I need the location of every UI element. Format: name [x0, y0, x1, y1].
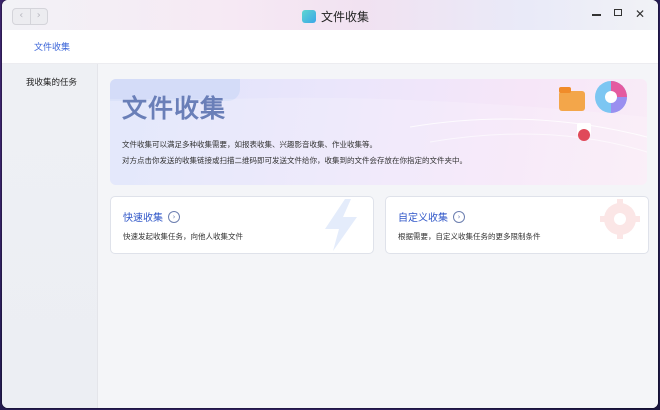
title-bar: ‹ › 文件收集 ✕ — [2, 0, 658, 31]
banner-description: 文件收集可以满足多种收集需要，如报表收集、兴趣影音收集、作业收集等。 对方点击你… — [122, 137, 467, 169]
card-title-text: 自定义收集 — [398, 213, 448, 224]
lightning-icon — [325, 199, 357, 251]
quick-collect-card[interactable]: 快速收集 › 快速发起收集任务，向他人收集文件 — [110, 196, 374, 254]
forward-button[interactable]: › — [29, 9, 48, 24]
card-description: 快速发起收集任务，向他人收集文件 — [123, 232, 243, 241]
custom-collect-card[interactable]: 自定义收集 › 根据需要，自定义收集任务的更多限制条件 — [385, 196, 649, 254]
back-button[interactable]: ‹ — [13, 9, 30, 24]
main-content: 文件收集 文件收集可以满足多种收集需要，如报表收集、兴趣影音收集、作业收集等。 … — [98, 64, 658, 408]
tab-file-collection[interactable]: 文件收集 — [34, 40, 70, 53]
arrow-right-icon: › — [168, 210, 180, 223]
custom-collect-title[interactable]: 自定义收集 › — [398, 209, 465, 224]
app-window: ‹ › 文件收集 ✕ 文件收集 我收集的任务 文件收集 文件收集可以满足多种收集… — [2, 0, 658, 408]
quick-collect-title[interactable]: 快速收集 › — [123, 209, 180, 224]
sidebar-item-my-tasks[interactable]: 我收集的任务 — [26, 76, 77, 88]
minimize-button[interactable] — [590, 7, 602, 21]
banner-description-line: 对方点击你发送的收集链接或扫描二维码即可发送文件给你，收集到的文件会存放在你指定… — [122, 156, 467, 165]
window-controls: ✕ — [590, 7, 646, 21]
folder-chart-illustration-icon — [559, 81, 627, 141]
app-logo-icon — [302, 9, 316, 23]
card-title-text: 快速收集 — [123, 213, 163, 224]
nav-buttons: ‹ › — [12, 8, 48, 25]
gear-icon — [600, 199, 640, 239]
window-title-text: 文件收集 — [321, 9, 370, 24]
card-description: 根据需要，自定义收集任务的更多限制条件 — [398, 232, 541, 241]
sidebar: 我收集的任务 — [2, 64, 98, 408]
top-navigation: 文件收集 — [2, 30, 658, 64]
intro-banner: 文件收集 文件收集可以满足多种收集需要，如报表收集、兴趣影音收集、作业收集等。 … — [110, 79, 647, 185]
maximize-button[interactable] — [612, 7, 624, 21]
banner-title: 文件收集 — [122, 94, 227, 123]
window-title: 文件收集 — [302, 7, 369, 25]
banner-description-line: 文件收集可以满足多种收集需要，如报表收集、兴趣影音收集、作业收集等。 — [122, 140, 377, 149]
close-button[interactable]: ✕ — [634, 7, 646, 21]
arrow-right-icon: › — [453, 210, 465, 223]
